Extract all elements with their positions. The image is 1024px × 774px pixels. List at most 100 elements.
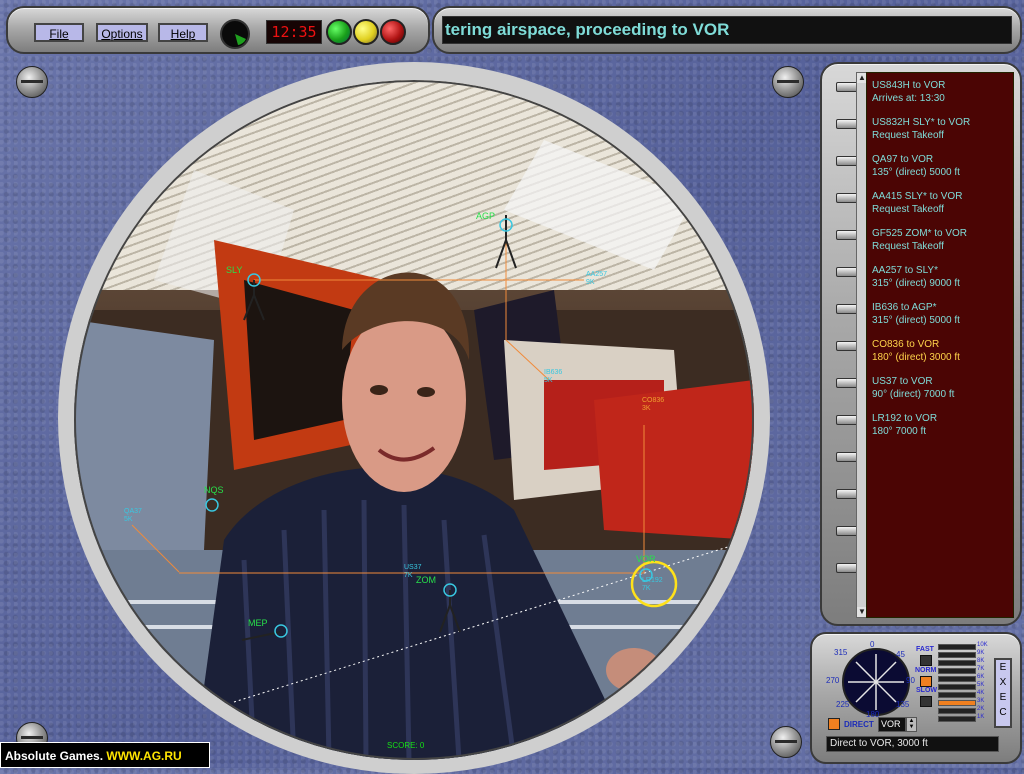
- aircraft-qa37-alt: 5K: [124, 516, 133, 523]
- runway-extension-line: [233, 544, 735, 703]
- command-display: Direct to VOR, 3000 ft: [826, 736, 999, 752]
- strip-select-button[interactable]: [836, 563, 858, 573]
- fix-sly: SLY: [226, 265, 242, 275]
- strip-select-button[interactable]: [836, 304, 858, 314]
- watermark-url: WWW.AG.RU: [106, 749, 182, 763]
- flight-strip-status: 315° (direct) 5000 ft: [872, 315, 960, 326]
- strip-select-button[interactable]: [836, 156, 858, 166]
- strip-select-button[interactable]: [836, 230, 858, 240]
- heading-0-label: 0: [870, 640, 875, 649]
- heading-90-label: 90: [906, 676, 915, 685]
- exec-button[interactable]: EXEC: [994, 658, 1012, 728]
- strip-select-button[interactable]: [836, 267, 858, 277]
- flight-strip[interactable]: CO836 to VOR 180° (direct) 3000 ft: [872, 338, 960, 364]
- strip-select-button[interactable]: [836, 489, 858, 499]
- aircraft-lr192-id: LR192: [642, 577, 663, 584]
- heading-315-label: 315: [834, 648, 848, 657]
- flight-strip[interactable]: AA257 to SLY* 315° (direct) 9000 ft: [872, 264, 960, 290]
- bolt-icon: [772, 66, 804, 98]
- flight-strip[interactable]: US843H to VOR Arrives at: 13:30: [872, 79, 945, 105]
- altitude-label: 6K: [977, 674, 985, 680]
- strip-select-button[interactable]: [836, 378, 858, 388]
- options-menu-button[interactable]: Options: [96, 23, 148, 42]
- altitude-option[interactable]: [938, 660, 976, 666]
- flight-strip-status: Request Takeoff: [872, 130, 944, 141]
- flight-strip[interactable]: IB636 to AGP* 315° (direct) 5000 ft: [872, 301, 960, 327]
- flight-strip-route: AA257 to SLY*: [872, 265, 938, 276]
- direct-label: DIRECT: [844, 720, 874, 729]
- altitude-option[interactable]: [938, 644, 976, 650]
- fix-nqs: NQS: [204, 485, 224, 495]
- destination-field[interactable]: VOR: [878, 717, 906, 732]
- altitude-option[interactable]: [938, 708, 976, 714]
- aircraft-co836-id: CO836: [642, 397, 664, 404]
- speed-slow-label: SLOW: [916, 687, 937, 694]
- flight-strip-route: LR192 to VOR: [872, 413, 938, 424]
- destination-spinner[interactable]: ▲ ▼: [906, 717, 917, 732]
- altitude-option[interactable]: [938, 652, 976, 658]
- flight-strip[interactable]: AA415 SLY* to VOR Request Takeoff: [872, 190, 962, 216]
- altitude-option[interactable]: [938, 700, 976, 706]
- flight-strip[interactable]: US832H SLY* to VOR Request Takeoff: [872, 116, 970, 142]
- fix-vor: VOR: [636, 554, 656, 564]
- altitude-label: 7K: [977, 666, 985, 672]
- altitude-option[interactable]: [938, 692, 976, 698]
- altitude-label: 3K: [977, 698, 985, 704]
- selected-aircraft-ring: [630, 560, 678, 608]
- game-clock: 12:35: [266, 20, 322, 44]
- bolt-icon: [16, 66, 48, 98]
- strip-select-button[interactable]: [836, 526, 858, 536]
- radar-scope[interactable]: AGP SLY NQS ZOM MEP VOR AA257 9K IB636 5…: [74, 80, 754, 760]
- strip-select-button[interactable]: [836, 82, 858, 92]
- flight-strip-list: US843H to VOR Arrives at: 13:30 US832H SLY…: [866, 72, 1014, 618]
- flight-strip-status: 135° (direct) 5000 ft: [872, 167, 960, 178]
- aircraft-aa257-id: AA257: [586, 271, 607, 278]
- red-light-icon: [380, 19, 406, 45]
- heading-225-label: 225: [836, 700, 850, 709]
- flight-strip[interactable]: US37 to VOR 90° (direct) 7000 ft: [872, 375, 954, 401]
- altitude-label: 2K: [977, 706, 985, 712]
- help-menu-button[interactable]: Help: [158, 23, 208, 42]
- altitude-label: 10K: [977, 642, 988, 648]
- aircraft-aa257-alt: 9K: [586, 279, 595, 286]
- altitude-label: 1K: [977, 714, 985, 720]
- flight-strip-status: 315° (direct) 9000 ft: [872, 278, 960, 289]
- yellow-light-icon: [353, 19, 379, 45]
- score-display: SCORE: 0: [387, 741, 425, 750]
- radar-sweep-icon: [220, 19, 250, 49]
- flight-strip-status: Request Takeoff: [872, 241, 944, 252]
- heading-45-label: 45: [896, 650, 905, 659]
- altitude-label: 8K: [977, 658, 985, 664]
- flight-strip[interactable]: QA97 to VOR 135° (direct) 5000 ft: [872, 153, 960, 179]
- flight-strip[interactable]: GF525 ZOM* to VOR Request Takeoff: [872, 227, 967, 253]
- altitude-option[interactable]: [938, 668, 976, 674]
- speed-slow-button[interactable]: [920, 696, 932, 707]
- heading-135-label: 135: [896, 700, 910, 709]
- aircraft-co836-alt: 3K: [642, 405, 651, 412]
- aircraft-lr192-alt: 7K: [642, 585, 651, 592]
- flight-strip[interactable]: LR192 to VOR 180° 7000 ft: [872, 412, 937, 438]
- strip-select-button[interactable]: [836, 193, 858, 203]
- flight-strip-route: CO836 to VOR: [872, 339, 940, 350]
- strip-select-button[interactable]: [836, 415, 858, 425]
- strip-select-button[interactable]: [836, 452, 858, 462]
- strip-select-button[interactable]: [836, 341, 858, 351]
- altitude-label: 5K: [977, 682, 985, 688]
- altitude-option[interactable]: [938, 684, 976, 690]
- bolt-icon: [770, 726, 802, 758]
- speed-norm-button[interactable]: [920, 676, 932, 687]
- speed-norm-label: NORM: [915, 667, 937, 674]
- direct-checkbox[interactable]: [828, 718, 840, 730]
- flight-strip-route: US832H SLY* to VOR: [872, 117, 971, 128]
- file-menu-button[interactable]: File: [34, 23, 84, 42]
- strip-select-button[interactable]: [836, 119, 858, 129]
- speed-fast-button[interactable]: [920, 655, 932, 666]
- exec-label: EXEC: [999, 662, 1007, 718]
- flight-strip-route: IB636 to AGP*: [872, 302, 937, 313]
- flight-strip-route: GF525 ZOM* to VOR: [872, 228, 968, 239]
- flight-strip-route: QA97 to VOR: [872, 154, 934, 165]
- altitude-option[interactable]: [938, 676, 976, 682]
- altitude-option[interactable]: [938, 716, 976, 722]
- flight-strip-status: 180° 7000 ft: [872, 426, 927, 437]
- airway-line: [505, 339, 550, 381]
